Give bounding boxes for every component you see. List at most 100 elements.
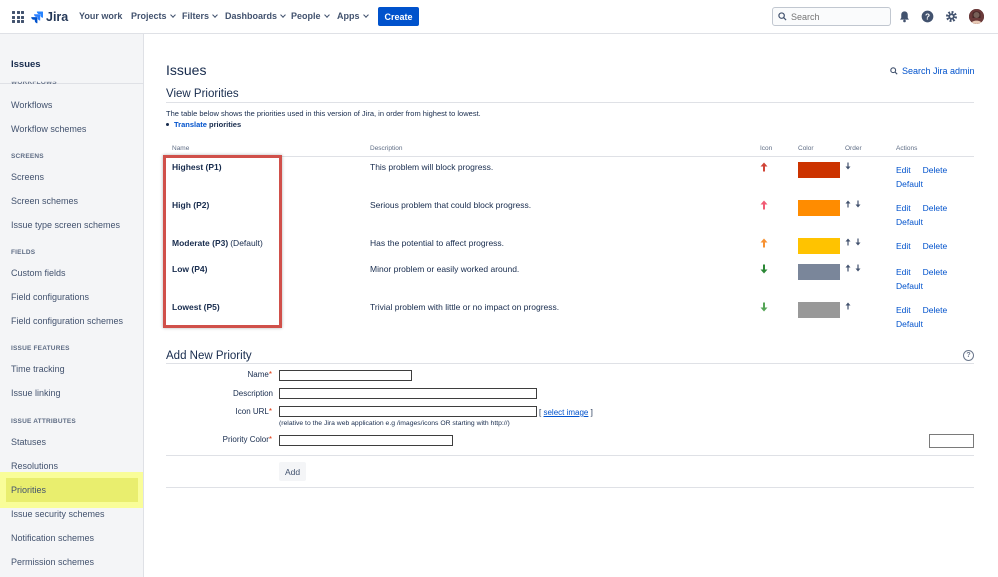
nav-label: Dashboards	[225, 11, 278, 21]
translate-item: Translate priorities	[166, 120, 241, 129]
search-input[interactable]	[791, 11, 881, 22]
create-button[interactable]: Create	[378, 7, 419, 26]
delete-link[interactable]: Delete	[923, 305, 948, 315]
jira-logo[interactable]: Jira	[31, 8, 68, 26]
sidebar-item-screen-schemes[interactable]: Screen schemes	[11, 196, 78, 206]
icon-url-input[interactable]	[279, 406, 537, 417]
default-link[interactable]: Default	[896, 281, 923, 291]
description-input[interactable]	[279, 388, 537, 399]
priority-description: Has the potential to affect progress.	[370, 238, 505, 248]
sidebar-item-statuses[interactable]: Statuses	[11, 437, 46, 447]
sidebar-item-resolutions[interactable]: Resolutions	[11, 461, 58, 471]
color-picker-swatch[interactable]	[929, 434, 974, 448]
bracket-open: [	[539, 408, 542, 417]
select-image-link[interactable]: select image	[543, 408, 588, 417]
priority-description: Trivial problem with little or no impact…	[370, 302, 560, 312]
search-admin-label: Search Jira admin	[902, 66, 975, 76]
priority-color-input[interactable]	[279, 435, 453, 446]
gear-icon[interactable]	[945, 10, 958, 23]
divider	[166, 156, 974, 157]
view-priorities-heading: View Priorities	[166, 88, 239, 100]
search-box[interactable]	[772, 7, 891, 26]
nav-label: Your work	[79, 11, 123, 21]
priority-order	[845, 264, 861, 274]
edit-link[interactable]: Edit	[896, 267, 911, 277]
svg-text:?: ?	[925, 12, 930, 22]
priority-color-label: Priority Color*	[200, 435, 272, 444]
name-column-highlight	[163, 155, 282, 328]
column-header-color: Color	[798, 145, 814, 152]
sidebar-section-issue-features: ISSUE FEATURES	[11, 345, 70, 352]
admin-sidebar: Issues WORKFLOWS Workflows Workflow sche…	[0, 34, 144, 577]
nav-projects[interactable]: Projects	[131, 11, 176, 21]
sidebar-item-workflow-schemes[interactable]: Workflow schemes	[11, 124, 86, 134]
nav-apps[interactable]: Apps	[337, 11, 369, 21]
nav-your-work[interactable]: Your work	[79, 11, 122, 21]
icon-url-label: Icon URL*	[200, 407, 272, 416]
app-switcher-icon[interactable]	[12, 11, 24, 23]
notifications-bell-icon[interactable]	[898, 10, 911, 23]
name-input[interactable]	[279, 370, 412, 381]
sidebar-item-custom-fields[interactable]: Custom fields	[11, 268, 66, 278]
edit-link[interactable]: Edit	[896, 241, 911, 251]
sidebar-section-screens: SCREENS	[11, 153, 44, 160]
arrow-down-icon	[760, 264, 768, 274]
priority-description: Serious problem that could block progres…	[370, 200, 532, 210]
edit-link[interactable]: Edit	[896, 165, 911, 175]
move-up-icon[interactable]	[845, 238, 851, 248]
default-link[interactable]: Default	[896, 217, 923, 227]
help-icon[interactable]: ?	[921, 10, 934, 23]
delete-link[interactable]: Delete	[923, 203, 948, 213]
translate-link[interactable]: Translate	[174, 120, 207, 129]
default-link[interactable]: Default	[896, 179, 923, 189]
move-down-icon[interactable]	[855, 238, 861, 248]
sidebar-item-field-configurations[interactable]: Field configurations	[11, 292, 89, 302]
sidebar-item-issue-type-screen-schemes[interactable]: Issue type screen schemes	[11, 220, 120, 230]
delete-link[interactable]: Delete	[923, 241, 948, 251]
sidebar-item-issue-linking[interactable]: Issue linking	[11, 388, 61, 398]
move-down-icon[interactable]	[845, 162, 851, 172]
move-up-icon[interactable]	[845, 302, 851, 312]
priority-order	[845, 302, 851, 312]
move-up-icon[interactable]	[845, 200, 851, 210]
avatar[interactable]	[969, 9, 984, 24]
default-link[interactable]: Default	[896, 319, 923, 329]
nav-dashboards[interactable]: Dashboards	[225, 11, 286, 21]
sidebar-item-workflows[interactable]: Workflows	[11, 100, 52, 110]
sidebar-item-permission-schemes[interactable]: Permission schemes	[11, 557, 94, 567]
sidebar-item-screens[interactable]: Screens	[11, 172, 44, 182]
priority-color-swatch	[798, 264, 840, 280]
user-avatar-icon	[969, 9, 984, 24]
move-down-icon[interactable]	[855, 200, 861, 210]
sidebar-item-issue-security-schemes[interactable]: Issue security schemes	[11, 509, 105, 519]
required-asterisk-icon: *	[268, 370, 272, 379]
priority-actions: Edit Delete Default	[896, 201, 959, 229]
priority-actions: Edit Delete Default	[896, 265, 959, 293]
sidebar-item-time-tracking[interactable]: Time tracking	[11, 364, 65, 374]
sidebar-item-notification-schemes[interactable]: Notification schemes	[11, 533, 94, 543]
sidebar-section-workflows: WORKFLOWS	[11, 79, 57, 86]
priority-description: This problem will block progress.	[370, 162, 494, 172]
nav-filters[interactable]: Filters	[182, 11, 218, 21]
nav-people[interactable]: People	[291, 11, 330, 21]
sidebar-item-field-configuration-schemes[interactable]: Field configuration schemes	[11, 316, 123, 326]
bracket-close: ]	[590, 408, 593, 417]
sidebar-section-issue-attributes: ISSUE ATTRIBUTES	[11, 418, 76, 425]
nav-label: Filters	[182, 11, 210, 21]
divider	[166, 102, 974, 103]
label-text: Name	[247, 370, 269, 379]
edit-link[interactable]: Edit	[896, 203, 911, 213]
move-up-icon[interactable]	[845, 264, 851, 274]
add-button[interactable]: Add	[279, 462, 306, 481]
help-icon[interactable]: ?	[963, 350, 974, 361]
delete-link[interactable]: Delete	[923, 165, 948, 175]
sidebar-title: Issues	[11, 59, 41, 70]
edit-link[interactable]: Edit	[896, 305, 911, 315]
sidebar-item-priorities[interactable]: Priorities	[11, 485, 46, 495]
delete-link[interactable]: Delete	[923, 267, 948, 277]
search-icon	[778, 12, 787, 21]
chevron-down-icon	[323, 11, 330, 18]
move-down-icon[interactable]	[855, 264, 861, 274]
search-jira-admin-link[interactable]: Search Jira admin	[890, 66, 975, 76]
description-label: Description	[232, 389, 273, 398]
